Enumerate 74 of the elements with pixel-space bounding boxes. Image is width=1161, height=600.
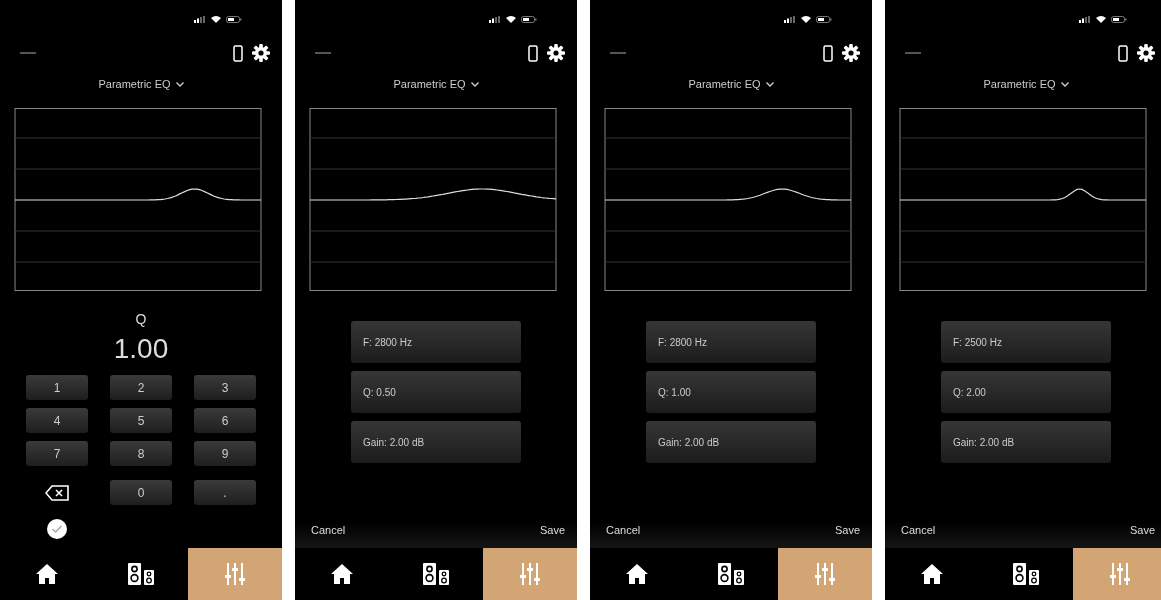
keypad-key[interactable]: 9 <box>194 441 256 466</box>
sliders-icon <box>225 563 245 585</box>
back-icon[interactable] <box>610 51 626 55</box>
parameter-button[interactable]: F: 2800 Hz <box>646 321 816 363</box>
signal-icon <box>1079 15 1091 23</box>
parameter-button[interactable]: Gain: 2.00 dB <box>941 421 1111 463</box>
keypad-key[interactable]: . <box>194 480 256 505</box>
save-button[interactable]: Save <box>539 522 565 538</box>
cancel-button[interactable]: Cancel <box>606 522 641 538</box>
keypad-key[interactable]: 2 <box>110 375 172 400</box>
parameter-button[interactable]: Q: 0.50 <box>351 371 521 413</box>
cancel-button[interactable]: Cancel <box>311 522 346 538</box>
parameter-button[interactable]: F: 2800 Hz <box>351 321 521 363</box>
chevron-down-icon <box>765 81 774 87</box>
phone-icon[interactable] <box>823 44 833 62</box>
signal-icon <box>489 15 501 23</box>
signal-icon <box>194 15 206 23</box>
speakers-icon <box>422 562 450 586</box>
speakers-icon <box>127 562 155 586</box>
back-icon[interactable] <box>20 51 36 55</box>
back-icon[interactable] <box>905 51 921 55</box>
speakers-icon <box>1012 562 1040 586</box>
signal-icon <box>784 15 796 23</box>
eq-type-dropdown[interactable]: Parametric EQ <box>688 78 774 90</box>
battery-icon <box>521 15 537 23</box>
sliders-icon <box>815 563 835 585</box>
keypad-key[interactable]: 8 <box>110 441 172 466</box>
chevron-down-icon <box>1060 81 1069 87</box>
field-label: Q <box>135 311 147 327</box>
keypad-key[interactable]: 5 <box>110 408 172 433</box>
wifi-icon <box>1096 15 1106 23</box>
sliders-icon <box>520 563 540 585</box>
wifi-icon <box>506 15 516 23</box>
back-icon[interactable] <box>315 51 331 55</box>
keypad-key[interactable]: 3 <box>194 375 256 400</box>
parameter-button[interactable]: Q: 1.00 <box>646 371 816 413</box>
parameter-button[interactable]: Gain: 2.00 dB <box>646 421 816 463</box>
keypad-key[interactable]: 7 <box>26 441 88 466</box>
house-icon <box>331 564 353 584</box>
keypad-key[interactable]: 4 <box>26 408 88 433</box>
settings-icon[interactable] <box>842 44 860 62</box>
wifi-icon <box>801 15 811 23</box>
settings-icon[interactable] <box>547 44 565 62</box>
house-icon <box>36 564 58 584</box>
value-display: 1.00 <box>113 333 169 365</box>
chevron-down-icon <box>470 81 479 87</box>
phone-icon[interactable] <box>528 44 538 62</box>
backspace-icon[interactable] <box>45 484 69 501</box>
parameter-button[interactable]: Gain: 2.00 dB <box>351 421 521 463</box>
speakers-icon <box>717 562 745 586</box>
battery-icon <box>816 15 832 23</box>
battery-icon <box>1111 15 1127 23</box>
sliders-icon <box>1110 563 1130 585</box>
parameter-button[interactable]: Q: 2.00 <box>941 371 1111 413</box>
keypad-key[interactable]: 6 <box>194 408 256 433</box>
house-icon <box>626 564 648 584</box>
keypad-key[interactable]: 1 <box>26 375 88 400</box>
eq-type-dropdown[interactable]: Parametric EQ <box>983 78 1069 90</box>
eq-type-dropdown[interactable]: Parametric EQ <box>393 78 479 90</box>
phone-icon[interactable] <box>233 44 243 62</box>
eq-type-dropdown[interactable]: Parametric EQ <box>98 78 184 90</box>
wifi-icon <box>211 15 221 23</box>
phone-icon[interactable] <box>1118 44 1128 62</box>
chevron-down-icon <box>175 81 184 87</box>
confirm-check-icon[interactable] <box>47 519 67 539</box>
settings-icon[interactable] <box>1137 44 1155 62</box>
battery-icon <box>226 15 242 23</box>
settings-icon[interactable] <box>252 44 270 62</box>
save-button[interactable]: Save <box>834 522 860 538</box>
save-button[interactable]: Save <box>1129 522 1155 538</box>
cancel-button[interactable]: Cancel <box>901 522 936 538</box>
house-icon <box>921 564 943 584</box>
parameter-button[interactable]: F: 2500 Hz <box>941 321 1111 363</box>
keypad-key[interactable]: 0 <box>110 480 172 505</box>
